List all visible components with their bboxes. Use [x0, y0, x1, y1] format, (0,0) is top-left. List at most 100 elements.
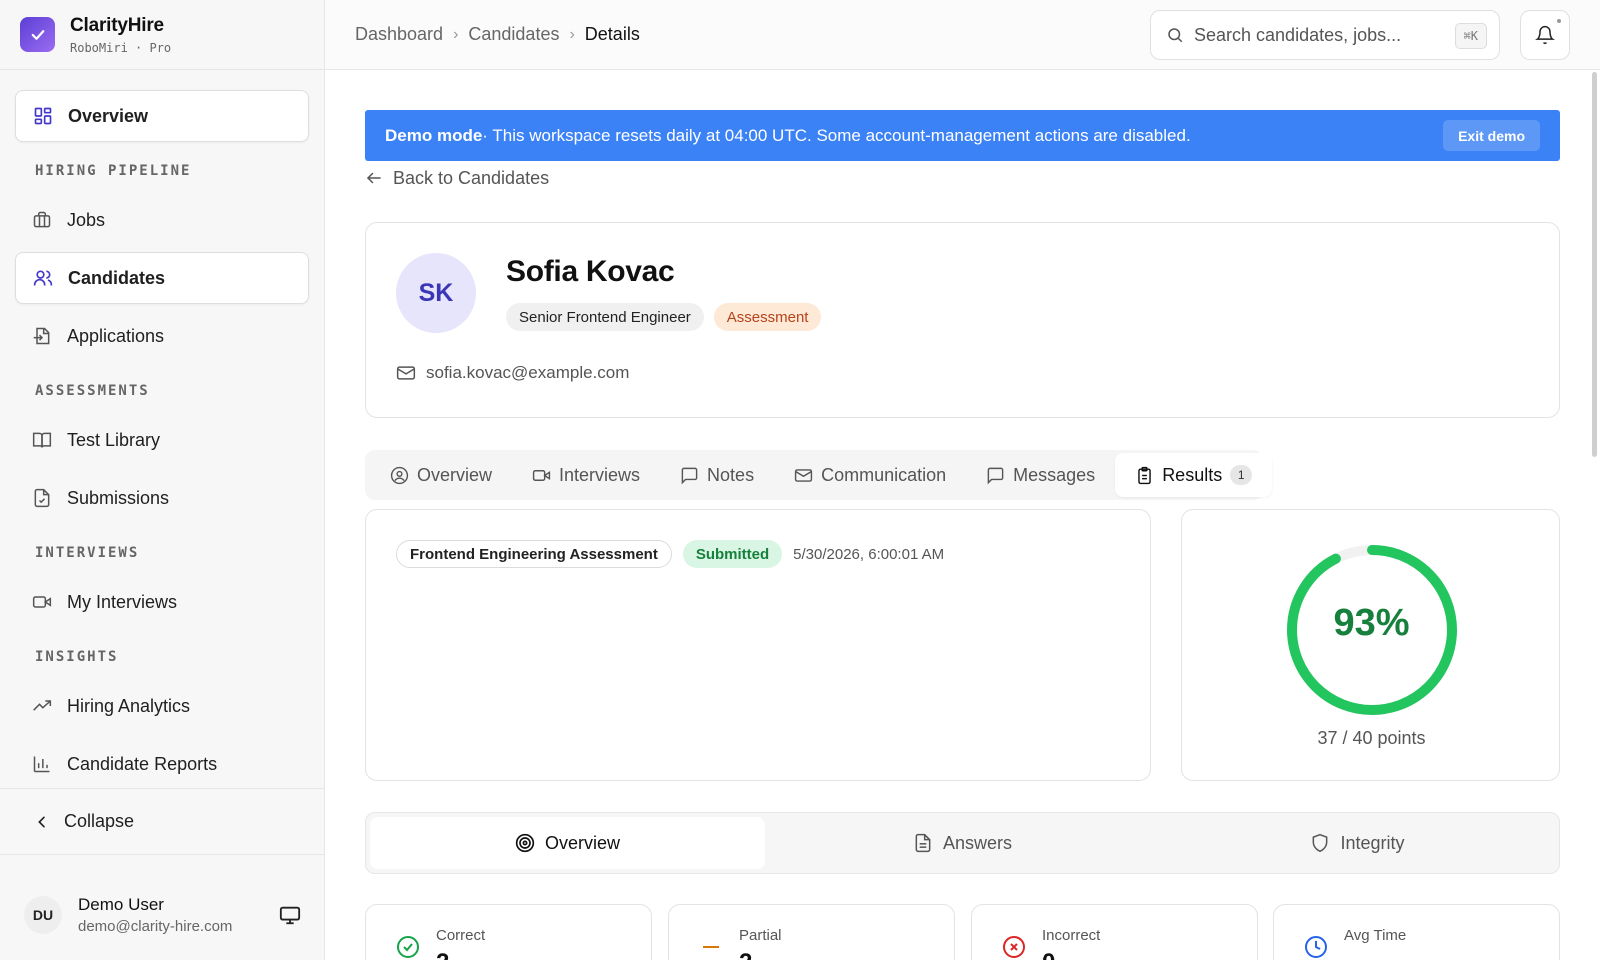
file-text-icon [915, 833, 931, 853]
search-shortcut: ⌘K [1454, 23, 1487, 49]
section-hiring-pipeline: HIRING PIPELINE [35, 163, 192, 179]
grid-icon [34, 107, 52, 125]
sidebar-item-test-library[interactable]: Test Library [15, 414, 309, 466]
breadcrumb-candidates[interactable]: Candidates [468, 24, 559, 45]
clipboard-icon [1138, 466, 1151, 484]
book-open-icon [32, 432, 52, 448]
collapse-button[interactable]: Collapse [0, 788, 325, 855]
scrollbar-thumb[interactable] [1592, 72, 1597, 457]
sidebar-item-label: Candidates [68, 267, 166, 288]
subtab-overview[interactable]: Overview [370, 817, 765, 869]
role-badge: Senior Frontend Engineer [506, 303, 704, 331]
stat-label: Incorrect [1042, 927, 1101, 944]
sidebar: ClarityHire RoboMiri · Pro Overview HIRI… [0, 0, 325, 960]
sidebar-nav: Overview HIRING PIPELINE Jobs Candidates… [15, 90, 309, 796]
email-text: sofia.kovac@example.com [426, 363, 630, 382]
sidebar-item-label: Jobs [67, 209, 106, 230]
exit-demo-button[interactable]: Exit demo [1443, 120, 1540, 151]
message-square-icon [681, 467, 698, 484]
message-square-icon [987, 467, 1004, 484]
sidebar-item-overview[interactable]: Overview [15, 90, 309, 142]
stat-value: 2/4 [739, 949, 764, 960]
sidebar-item-applications[interactable]: Applications [15, 310, 309, 362]
back-link[interactable]: Back to Candidates [365, 164, 549, 192]
user-name: Demo User [78, 895, 164, 914]
bar-chart-icon [33, 756, 50, 773]
sidebar-item-candidates[interactable]: Candidates [15, 252, 309, 304]
users-icon [33, 270, 53, 286]
stat-number: 0 [1042, 949, 1055, 960]
sidebar-item-my-interviews[interactable]: My Interviews [15, 576, 309, 628]
notifications-button[interactable] [1520, 10, 1570, 60]
stat-correct: Correct 2/4 [365, 904, 652, 960]
tab-label: Overview [417, 464, 493, 485]
tab-interviews[interactable]: Interviews [512, 453, 660, 497]
check-logo-icon [20, 17, 55, 52]
chevron-right-icon: › [453, 25, 459, 43]
search-icon [1168, 28, 1183, 43]
tab-communication[interactable]: Communication [774, 453, 966, 497]
sidebar-item-hiring-analytics[interactable]: Hiring Analytics [15, 680, 309, 732]
stat-avg-time: Avg Time — [1273, 904, 1560, 960]
brand[interactable]: ClarityHire RoboMiri · Pro [0, 0, 324, 70]
briefcase-icon [33, 211, 51, 228]
video-icon [532, 469, 551, 481]
tab-notes[interactable]: Notes [660, 453, 774, 497]
tab-overview[interactable]: Overview [370, 453, 512, 497]
tab-label: Communication [821, 464, 947, 485]
subtab-label: Integrity [1340, 832, 1405, 853]
sidebar-item-label: Applications [67, 325, 165, 346]
mail-icon [794, 468, 813, 482]
notification-dot [1557, 19, 1561, 23]
stat-number: 2 [436, 949, 449, 960]
user-circle-icon [390, 466, 409, 484]
tab-messages[interactable]: Messages [966, 453, 1115, 497]
tab-label: Interviews [559, 464, 641, 485]
stat-value: 2/4 [436, 949, 461, 960]
breadcrumb: Dashboard › Candidates › Details [355, 24, 640, 45]
score-card: 93% 37 / 40 points [1181, 509, 1560, 781]
brand-name: ClarityHire [70, 14, 164, 36]
stat-label: Correct [436, 927, 486, 944]
monitor-icon[interactable] [279, 904, 301, 931]
sidebar-item-submissions[interactable]: Submissions [15, 472, 309, 524]
candidate-tabs: Overview Interviews Notes Communication … [365, 450, 1273, 500]
shield-icon [1313, 833, 1328, 853]
sidebar-item-candidate-reports[interactable]: Candidate Reports [15, 738, 309, 790]
subtab-answers[interactable]: Answers [765, 817, 1160, 869]
bell-icon [1535, 25, 1555, 45]
sidebar-item-label: Hiring Analytics [67, 695, 191, 716]
clock-icon [1305, 936, 1327, 958]
score-percentage: 93% [1333, 602, 1410, 644]
score-points: 37 / 40 points [1317, 728, 1426, 748]
breadcrumb-dashboard[interactable]: Dashboard [355, 24, 443, 45]
tab-results[interactable]: Results 1 [1115, 453, 1273, 497]
subtab-integrity[interactable]: Integrity [1160, 817, 1555, 869]
avatar: SK [396, 253, 476, 333]
candidate-name: Sofia Kovac [506, 255, 675, 288]
sidebar-item-label: Submissions [67, 487, 170, 508]
check-circle-icon [397, 936, 419, 958]
tab-label: Results [1162, 464, 1223, 485]
sidebar-item-label: Test Library [67, 429, 161, 450]
stat-label: Partial [739, 927, 782, 944]
sidebar-item-label: Candidate Reports [67, 753, 218, 774]
candidate-email[interactable]: sofia.kovac@example.com [396, 363, 629, 383]
banner-message: · This workspace resets daily at 04:00 U… [482, 125, 1191, 145]
scrollbar[interactable] [1590, 70, 1600, 960]
stat-label: Avg Time [1344, 927, 1407, 944]
search-input[interactable]: Search candidates, jobs... ⌘K [1150, 10, 1500, 60]
brand-subtitle: RoboMiri · Pro [70, 40, 172, 55]
chevron-left-icon [38, 816, 45, 827]
status-badge: Submitted [682, 540, 783, 568]
breadcrumb-details: Details [584, 24, 640, 44]
stat-value: — [1344, 949, 1368, 960]
sidebar-item-jobs[interactable]: Jobs [15, 194, 309, 246]
assessment-name-badge: Frontend Engineering Assessment [396, 540, 672, 568]
stat-number: 2 [739, 949, 752, 960]
topbar: Dashboard › Candidates › Details Search … [325, 0, 1600, 70]
file-import-icon [33, 327, 50, 345]
collapse-label: Collapse [64, 811, 135, 831]
section-assessments: ASSESSMENTS [35, 383, 150, 399]
user-profile[interactable]: DU Demo User demo@clarity-hire.com [0, 870, 325, 960]
